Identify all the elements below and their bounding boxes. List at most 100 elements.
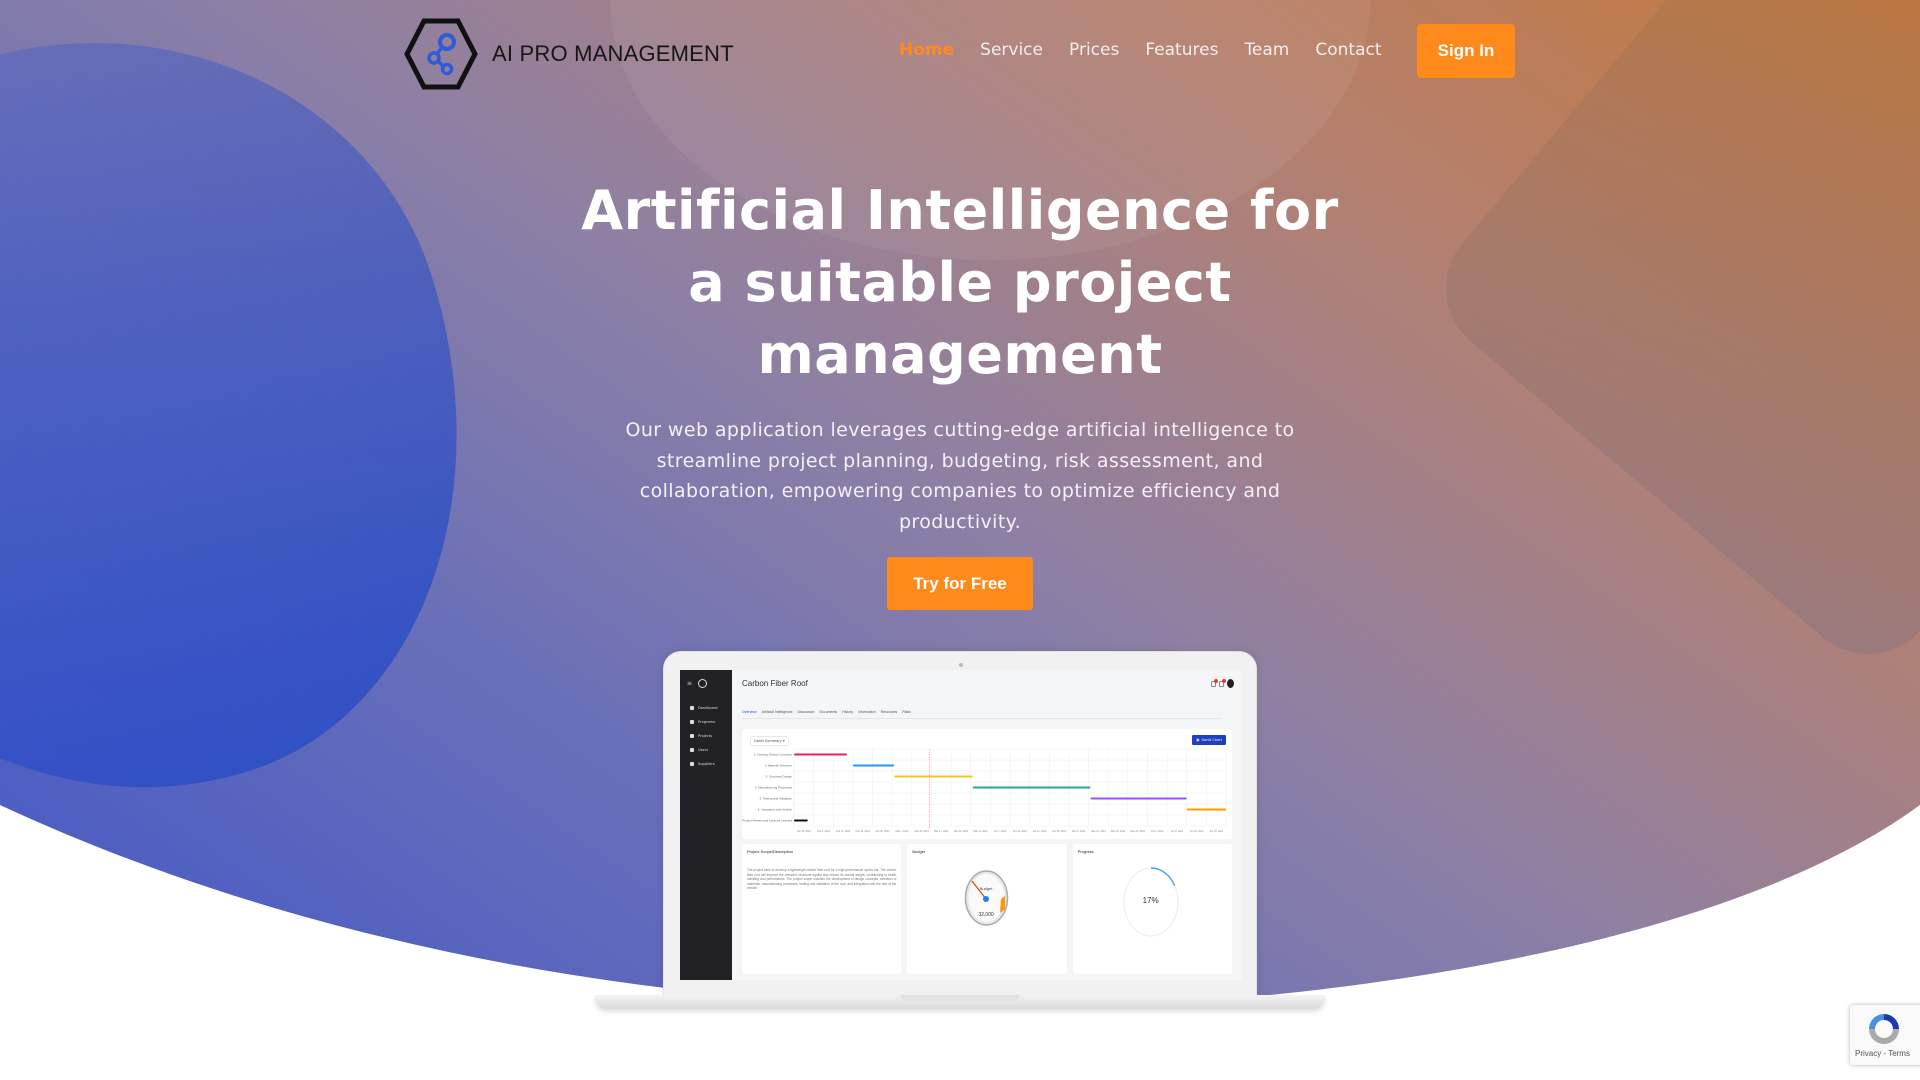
try-for-free-button[interactable]: Try for Free: [887, 557, 1033, 610]
date-tick-label: Jun 23, 2024: [1209, 830, 1223, 833]
menu-icon: ≡: [687, 680, 693, 687]
suppliers-icon: [690, 762, 694, 766]
task-bar: [794, 819, 808, 822]
tab-risks: Risks: [902, 710, 911, 714]
task-label: 7. Project Review and Lessons Learned: [742, 819, 792, 823]
brand-name: AI PRO MANAGEMENT: [492, 41, 734, 66]
sign-in-button[interactable]: Sign In: [1417, 24, 1515, 78]
laptop-notch: [900, 995, 1020, 1001]
date-tick-label: Apr 14, 2024: [1013, 830, 1027, 833]
tab-artificial-intelligence: Artificial Intelligence: [761, 710, 793, 714]
main-nav: Home Service Prices Features Team Contac…: [899, 40, 1382, 60]
laptop-mockup: ≡ Dashboard Programs Projects Users Supp…: [663, 651, 1257, 996]
tab-documents: Documents: [819, 710, 838, 714]
tab-discussion: Discussion: [797, 710, 815, 714]
hero-title: Artificial Intelligence for a suitable p…: [581, 179, 1339, 386]
project-tabs: Overview Artificial Intelligence Discuss…: [742, 710, 1222, 719]
task-label: 4. Manufacturing Processes: [755, 786, 793, 790]
brand-logo[interactable]: AI PRO MANAGEMENT: [404, 18, 734, 90]
tab-overview: Overview: [742, 710, 757, 714]
sidebar-item-dashboard: Dashboard: [690, 706, 718, 710]
date-tick-label: May 12, 2024: [1091, 830, 1106, 833]
recaptcha-icon: [1869, 1014, 1899, 1044]
summary-cards: Project Scope/Description The project ai…: [742, 844, 1232, 974]
app-sidebar: ≡ Dashboard Programs Projects Users Supp…: [680, 670, 732, 980]
calendar-icon: ▣: [1196, 738, 1200, 742]
date-tick-label: Jan 28, 2024: [797, 830, 811, 833]
gantt-summary-select: Gantt Summary ▾: [750, 736, 789, 746]
nav-service[interactable]: Service: [980, 40, 1043, 60]
hero-description: Our web application leverages cutting-ed…: [625, 419, 1295, 533]
progress-percent: 17%: [1142, 896, 1159, 905]
nav-home[interactable]: Home: [899, 40, 954, 60]
nav-team[interactable]: Team: [1244, 40, 1289, 60]
sidebar-item-suppliers: Suppliers: [690, 762, 715, 766]
nav-features[interactable]: Features: [1145, 40, 1218, 60]
gantt-chart: 1. Develop Design Concepts 2. Material Se…: [742, 748, 1227, 833]
gantt-card: Gantt Summary ▾ ▣ Gantt Chart 1. Develop …: [742, 729, 1232, 839]
date-tick-label: Mar 31, 2024: [973, 830, 988, 833]
date-tick-label: Mar 10, 2024: [915, 830, 930, 833]
project-title: Carbon Fiber Roof: [742, 679, 808, 688]
tab-resources: Resources: [880, 710, 898, 714]
recaptcha-links[interactable]: Privacy - Terms: [1855, 1049, 1910, 1058]
app-header-icons: [1211, 678, 1234, 688]
users-icon: [690, 748, 694, 752]
gauge-label: Budget: [980, 886, 994, 891]
date-tick-label: May 19, 2024: [1111, 830, 1126, 833]
projects-icon: [690, 734, 694, 738]
task-label: 3. Structural Design: [766, 775, 793, 779]
laptop-camera: [959, 663, 963, 667]
dashboard-icon: [690, 706, 694, 710]
progress-title: Progress: [1077, 849, 1094, 854]
sidebar-item-projects: Projects: [690, 734, 712, 738]
task-label: 5. Testing and Validation: [760, 797, 793, 801]
date-tick-label: Mar 17, 2024: [934, 830, 949, 833]
date-tick-label: May 5, 2024: [1072, 830, 1086, 833]
task-label: 2. Material Selection: [765, 764, 793, 768]
progress-arc: [1150, 867, 1175, 886]
task-bar: [972, 786, 1091, 789]
sidebar-item-programs: Programs: [690, 720, 715, 724]
date-tick-label: Apr 28, 2024: [1052, 830, 1066, 833]
gantt-chart-button: ▣ Gantt Chart: [1192, 735, 1226, 745]
date-tick-label: Jun 16, 2024: [1190, 830, 1204, 833]
scope-title: Project Scope/Description: [747, 849, 794, 854]
recaptcha-badge[interactable]: Privacy - Terms: [1850, 1005, 1920, 1065]
scope-card: Project Scope/Description The project ai…: [742, 844, 902, 974]
date-tick-label: Jun 9, 2024: [1171, 830, 1184, 833]
date-tick-label: Feb 4, 2024: [817, 830, 830, 833]
user-avatar-icon: [1227, 679, 1234, 688]
nav-prices[interactable]: Prices: [1069, 40, 1119, 60]
scope-text: The project aims to develop a lightweigh…: [747, 868, 897, 891]
budget-value: 32,000: [979, 912, 995, 918]
programs-icon: [690, 720, 694, 724]
date-tick-label: Apr 7, 2024: [994, 830, 1007, 833]
date-tick-label: Feb 11, 2024: [836, 830, 851, 833]
date-tick-label: Feb 18, 2024: [856, 830, 871, 833]
date-tick-label: Jun 2, 2024: [1151, 830, 1164, 833]
task-bar: [894, 775, 973, 778]
budget-gauge: Budget 32,000: [965, 870, 1009, 926]
nav-contact[interactable]: Contact: [1315, 40, 1381, 60]
laptop-base: [595, 995, 1325, 1009]
date-tick-label: Mar 3, 2024: [896, 830, 909, 833]
date-tick-label: Feb 25, 2024: [875, 830, 890, 833]
budget-title: Budget: [912, 849, 926, 854]
app-screenshot: ≡ Dashboard Programs Projects Users Supp…: [680, 670, 1242, 980]
hexagon-share-icon: [404, 18, 478, 90]
budget-card: Budget Budget 32,000: [907, 844, 1067, 974]
bell-icon: [1219, 678, 1226, 687]
date-tick-label: Mar 24, 2024: [954, 830, 969, 833]
notification-icon: [1211, 678, 1218, 687]
tab-information: Information: [858, 710, 876, 714]
sidebar-item-users: Users: [690, 748, 708, 752]
task-bar: [794, 753, 848, 756]
task-label: 6. Integration with Vehicle: [758, 808, 793, 812]
task-bar: [852, 764, 895, 767]
app-logo-icon: [698, 679, 708, 688]
date-tick-label: May 26, 2024: [1130, 830, 1145, 833]
task-bar: [1186, 808, 1226, 811]
task-bar: [1090, 797, 1187, 800]
date-tick-label: Apr 21, 2024: [1033, 830, 1047, 833]
